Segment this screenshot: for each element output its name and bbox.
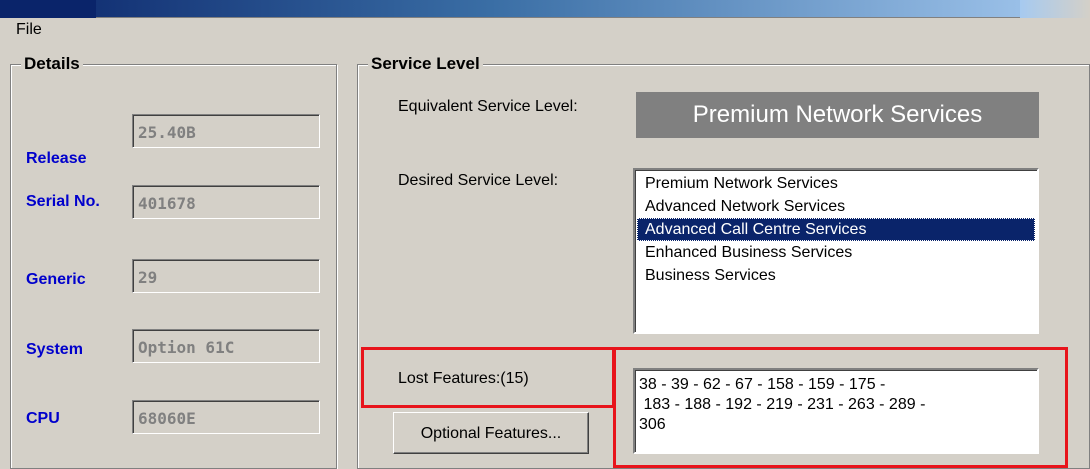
lost-features-label: Lost Features:(15) <box>398 370 529 387</box>
optional-features-button[interactable]: Optional Features... <box>393 412 589 454</box>
lost-features-line: 183 - 188 - 192 - 219 - 231 - 263 - 289 … <box>639 396 926 413</box>
desired-option-premium-network[interactable]: Premium Network Services <box>637 172 1035 195</box>
lost-features-line: 306 <box>639 416 666 433</box>
system-field: Option 61C <box>132 329 320 363</box>
desired-service-listbox[interactable]: Premium Network Services Advanced Networ… <box>633 168 1039 334</box>
title-bar-controls[interactable] <box>1020 0 1090 18</box>
serial-field: 401678 <box>132 185 320 219</box>
title-bar-app-icon-area <box>0 0 96 18</box>
cpu-label: CPU <box>26 410 60 427</box>
system-label: System <box>26 341 83 358</box>
generic-label: Generic <box>26 271 86 288</box>
lost-features-line: 38 - 39 - 62 - 67 - 158 - 159 - 175 - <box>639 376 886 393</box>
desired-option-business[interactable]: Business Services <box>637 264 1035 287</box>
window-title-bar[interactable] <box>0 0 1090 18</box>
desired-option-enhanced-business[interactable]: Enhanced Business Services <box>637 241 1035 264</box>
release-label: Release <box>26 150 87 167</box>
desired-service-label: Desired Service Level: <box>398 172 559 189</box>
release-field: 25.40B <box>132 114 320 148</box>
service-level-title: Service Level <box>368 54 483 74</box>
equivalent-service-display: Premium Network Services <box>636 92 1039 138</box>
equivalent-service-label: Equivalent Service Level: <box>398 98 578 115</box>
cpu-field: 68060E <box>132 400 320 434</box>
menu-bar: File <box>0 18 1090 42</box>
menu-file[interactable]: File <box>14 21 44 39</box>
desired-option-advanced-call-centre[interactable]: Advanced Call Centre Services <box>637 218 1035 241</box>
lost-features-textbox[interactable]: 38 - 39 - 62 - 67 - 158 - 159 - 175 - 18… <box>633 368 1039 454</box>
serial-label: Serial No. <box>26 193 100 210</box>
details-title: Details <box>21 54 83 74</box>
generic-field: 29 <box>132 259 320 293</box>
desired-option-advanced-network[interactable]: Advanced Network Services <box>637 195 1035 218</box>
